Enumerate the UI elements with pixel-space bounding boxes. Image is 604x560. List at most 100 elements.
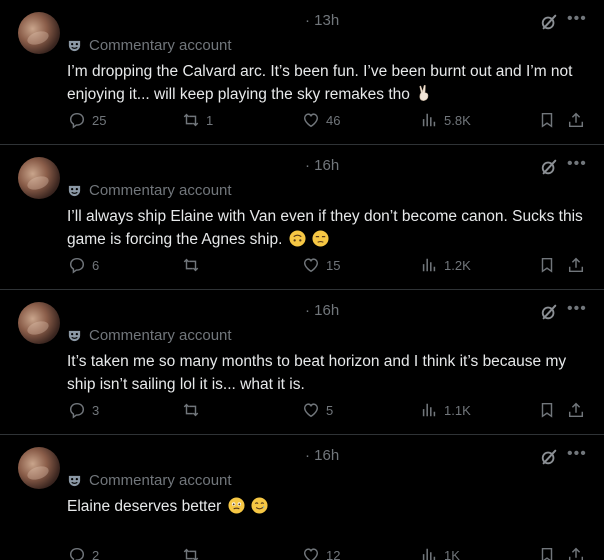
views-button[interactable]: 5.8K bbox=[420, 111, 471, 129]
upside-down-face-emoji bbox=[289, 230, 306, 247]
theater-mask-icon bbox=[68, 40, 81, 52]
post-actions: 2 12 1K bbox=[0, 546, 604, 560]
reply-icon bbox=[69, 257, 85, 274]
more-options-icon[interactable]: ••• bbox=[567, 445, 587, 463]
bookmark-button[interactable] bbox=[538, 256, 556, 274]
bookmark-icon bbox=[541, 402, 553, 418]
heart-icon bbox=[303, 548, 319, 560]
bookmark-button[interactable] bbox=[538, 111, 556, 129]
share-button[interactable] bbox=[567, 546, 585, 560]
like-button[interactable]: 12 bbox=[302, 546, 340, 560]
theater-mask-icon bbox=[68, 330, 81, 342]
account-label: Commentary account bbox=[67, 327, 232, 344]
reply-count: 3 bbox=[92, 402, 100, 418]
post-time[interactable]: · 16h bbox=[305, 302, 339, 319]
more-options-icon[interactable]: ••• bbox=[567, 10, 587, 28]
repost-icon bbox=[183, 113, 199, 127]
post[interactable]: · 16h ••• Commentary account Elaine dese… bbox=[0, 435, 604, 560]
share-button[interactable] bbox=[567, 256, 585, 274]
repost-button[interactable]: 1 bbox=[182, 111, 213, 129]
bookmark-button[interactable] bbox=[538, 401, 556, 419]
reply-button[interactable]: 25 bbox=[68, 111, 106, 129]
repost-icon bbox=[183, 548, 199, 560]
post-time[interactable]: · 16h bbox=[305, 157, 339, 174]
views-bar-chart-icon bbox=[422, 258, 436, 272]
views-bar-chart-icon bbox=[422, 113, 436, 127]
post-actions: 25 1 46 5.8K bbox=[0, 111, 604, 133]
like-count: 15 bbox=[326, 257, 341, 273]
views-button[interactable]: 1.2K bbox=[420, 256, 471, 274]
like-button[interactable]: 15 bbox=[302, 256, 340, 274]
account-label-text: Commentary account bbox=[89, 327, 232, 344]
grok-icon[interactable] bbox=[540, 448, 558, 466]
avatar[interactable] bbox=[18, 302, 60, 344]
share-button[interactable] bbox=[567, 111, 585, 129]
reply-button[interactable]: 3 bbox=[68, 401, 99, 419]
repost-button[interactable] bbox=[182, 401, 206, 419]
like-count: 12 bbox=[326, 547, 341, 560]
post-text: I’m dropping the Calvard arc. It’s been … bbox=[67, 60, 587, 106]
post-text: I’ll always ship Elaine with Van even if… bbox=[67, 205, 587, 251]
theater-mask-icon bbox=[68, 475, 81, 487]
reply-count: 2 bbox=[92, 547, 100, 560]
repost-button[interactable] bbox=[182, 546, 206, 560]
views-count: 1.2K bbox=[444, 257, 471, 273]
like-button[interactable]: 46 bbox=[302, 111, 340, 129]
like-count: 46 bbox=[326, 112, 341, 128]
more-options-icon[interactable]: ••• bbox=[567, 300, 587, 318]
views-count: 1K bbox=[444, 547, 460, 560]
reply-count: 25 bbox=[92, 112, 107, 128]
like-button[interactable]: 5 bbox=[302, 401, 333, 419]
avatar[interactable] bbox=[18, 12, 60, 54]
account-label-text: Commentary account bbox=[89, 472, 232, 489]
smiling-face-with-tear-emoji bbox=[251, 497, 268, 514]
grok-icon[interactable] bbox=[540, 158, 558, 176]
post[interactable]: · 16h ••• Commentary account I’ll always… bbox=[0, 145, 604, 290]
grok-icon[interactable] bbox=[540, 303, 558, 321]
share-button[interactable] bbox=[567, 401, 585, 419]
reply-button[interactable]: 6 bbox=[68, 256, 99, 274]
reply-button[interactable]: 2 bbox=[68, 546, 99, 560]
views-count: 1.1K bbox=[444, 402, 471, 418]
avatar[interactable] bbox=[18, 157, 60, 199]
victory-hand-emoji bbox=[419, 85, 429, 101]
post-text: Elaine deserves better bbox=[67, 495, 587, 518]
avatar[interactable] bbox=[18, 447, 60, 489]
account-label: Commentary account bbox=[67, 37, 232, 54]
post[interactable]: · 16h ••• Commentary account It’s taken … bbox=[0, 290, 604, 435]
views-bar-chart-icon bbox=[422, 548, 436, 560]
reply-icon bbox=[69, 402, 85, 419]
grok-icon[interactable] bbox=[540, 13, 558, 31]
heart-icon bbox=[303, 258, 319, 273]
account-label-text: Commentary account bbox=[89, 37, 232, 54]
reply-icon bbox=[69, 547, 85, 560]
bookmark-icon bbox=[541, 257, 553, 273]
bookmark-button[interactable] bbox=[538, 546, 556, 560]
reply-icon bbox=[69, 112, 85, 129]
views-button[interactable]: 1.1K bbox=[420, 401, 471, 419]
reply-count: 6 bbox=[92, 257, 100, 273]
post-text-body: I’m dropping the Calvard arc. It’s been … bbox=[67, 63, 573, 103]
views-bar-chart-icon bbox=[422, 403, 436, 417]
theater-mask-icon bbox=[68, 185, 81, 197]
bookmark-icon bbox=[541, 112, 553, 128]
face-holding-back-tears-emoji bbox=[228, 497, 245, 514]
account-label: Commentary account bbox=[67, 472, 232, 489]
account-label-text: Commentary account bbox=[89, 182, 232, 199]
post-text-body: It’s taken me so many months to beat hor… bbox=[67, 353, 567, 393]
post-time[interactable]: · 13h bbox=[305, 12, 339, 29]
views-button[interactable]: 1K bbox=[420, 546, 460, 560]
share-icon bbox=[568, 547, 584, 560]
repost-button[interactable] bbox=[182, 256, 206, 274]
account-label: Commentary account bbox=[67, 182, 232, 199]
post[interactable]: · 13h ••• Commentary account I’m droppin… bbox=[0, 0, 604, 145]
heart-icon bbox=[303, 403, 319, 418]
unamused-face-emoji bbox=[312, 230, 329, 247]
repost-count: 1 bbox=[206, 112, 214, 128]
repost-icon bbox=[183, 403, 199, 417]
post-actions: 3 5 1.1K bbox=[0, 401, 604, 423]
post-time[interactable]: · 16h bbox=[305, 447, 339, 464]
heart-icon bbox=[303, 113, 319, 128]
post-text-body: Elaine deserves better bbox=[67, 498, 222, 515]
more-options-icon[interactable]: ••• bbox=[567, 155, 587, 173]
